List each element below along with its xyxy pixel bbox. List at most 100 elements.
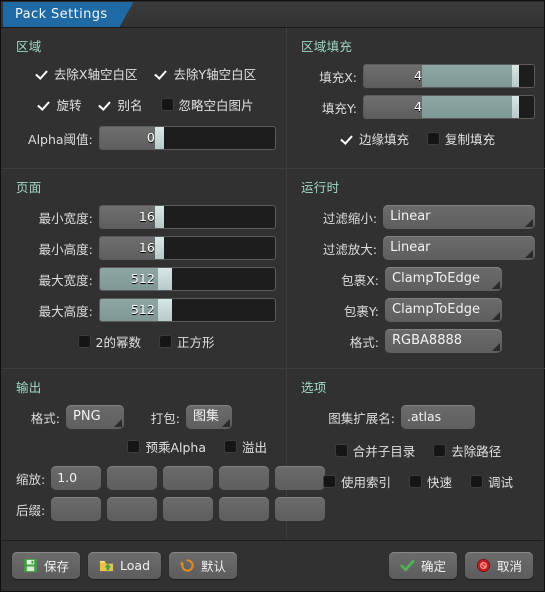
checkbox-strip-y-label: 去除Y轴空白区 [173, 67, 257, 82]
max-width-label: 最大宽度: [38, 272, 93, 288]
slider-min-height[interactable]: 16 [98, 236, 276, 260]
combo-wrap-y[interactable]: ClampToEdge [385, 298, 502, 322]
max-height-label: 最大高度: [38, 303, 93, 319]
checkbox-bleed[interactable]: 溢出 [223, 437, 267, 456]
combo-wrap-x[interactable]: ClampToEdge [385, 267, 502, 291]
checkbox-edge-padding[interactable]: 边缘填充 [341, 129, 409, 148]
scale-field-2[interactable] [163, 466, 214, 490]
ok-button[interactable]: 确定 [388, 552, 457, 579]
reset-arrow-icon [180, 559, 194, 572]
options-row-1: 合并子目录 去除路径 [301, 441, 535, 460]
checkbox-premultiply-alpha[interactable]: 预乘Alpha [127, 437, 206, 456]
combo-output-pack[interactable]: 图集 [186, 405, 232, 429]
combo-filter-min[interactable]: Linear [383, 205, 535, 229]
scale-field-3[interactable] [219, 466, 270, 490]
max-width-row: 最大宽度: 512 [16, 267, 276, 291]
checkbox-strip-y-box [155, 67, 168, 80]
checkbox-rotation-label: 旋转 [56, 98, 82, 113]
checkbox-flatten-paths[interactable]: 去除路径 [433, 441, 501, 460]
group-region-padding: 区域填充 填充X: 4 填充Y: 4 边缘填充 复制填充 [287, 28, 545, 168]
checkbox-combine-subdirs[interactable]: 合并子目录 [334, 441, 415, 460]
footer-button-bar: 保存 Load 默认 确定 取消 [2, 540, 543, 590]
checkbox-rotation-box [38, 98, 51, 111]
cancel-button[interactable]: 取消 [464, 552, 533, 579]
texture-format-row: 格式: RGBA8888 [301, 329, 535, 353]
checkbox-square[interactable]: 正方形 [158, 332, 215, 351]
checkbox-duplicate-padding-box [427, 132, 440, 145]
slider-min-width-value: 16 [138, 209, 155, 224]
scale-field-0[interactable]: 1.0 [51, 466, 102, 490]
output-scale-row: 缩放: 1.0 [16, 466, 326, 490]
checkbox-duplicate-padding[interactable]: 复制填充 [427, 129, 495, 148]
checkbox-use-indexes[interactable]: 使用索引 [322, 472, 391, 491]
checkbox-duplicate-padding-label: 复制填充 [445, 132, 496, 147]
wrap-y-label: 包裹Y: [343, 303, 379, 319]
slider-max-height[interactable]: 512 [98, 298, 276, 322]
group-region: 区域 去除X轴空白区 去除Y轴空白区 旋转 别名 忽略空白图片 Alpha阈值:… [2, 28, 286, 168]
checkbox-combine-subdirs-box [334, 444, 348, 457]
slider-padding-x[interactable]: 4 [363, 64, 535, 88]
output-pack-label: 打包: [150, 410, 180, 426]
checkbox-rotation[interactable]: 旋转 [38, 95, 81, 114]
checkbox-power-of-two[interactable]: 2的幂数 [77, 332, 141, 351]
checkbox-bleed-box [223, 440, 237, 453]
ok-button-label: 确定 [420, 559, 446, 574]
checkbox-alias[interactable]: 别名 [99, 95, 142, 114]
right-column: 区域填充 填充X: 4 填充Y: 4 边缘填充 复制填充 运行时 过滤缩小: L… [287, 28, 545, 540]
atlas-extension-label: 图集扩展名: [328, 410, 395, 426]
min-width-label: 最小宽度: [38, 210, 93, 226]
region-flags-row: 旋转 别名 忽略空白图片 [16, 95, 276, 114]
slider-alpha-threshold[interactable]: 0 [98, 126, 276, 150]
scale-field-1[interactable] [107, 466, 158, 490]
slider-padding-y[interactable]: 4 [363, 95, 535, 119]
default-button-label: 默认 [201, 559, 227, 574]
floppy-disk-icon [23, 558, 38, 573]
checkbox-debug-box [470, 475, 483, 488]
output-suffix-row: 后缀: [16, 497, 326, 521]
padding-flags-row: 边缘填充 复制填充 [301, 129, 535, 148]
output-flags-row: 预乘Alpha 溢出 [16, 437, 276, 456]
checkbox-use-indexes-box [322, 475, 336, 488]
combo-output-format[interactable]: PNG [66, 405, 124, 429]
combo-texture-format[interactable]: RGBA8888 [385, 329, 502, 353]
folder-open-icon [99, 560, 114, 572]
min-height-label: 最小高度: [38, 241, 93, 257]
group-runtime-title: 运行时 [301, 180, 340, 195]
group-page: 页面 最小宽度: 16 最小高度: 16 最大宽度: 512 最大高度: 512… [2, 168, 286, 368]
checkbox-debug[interactable]: 调试 [470, 472, 513, 491]
slider-padding-x-handle[interactable] [512, 65, 520, 87]
checkbox-ignore-blank-box [160, 98, 174, 111]
checkbox-power-of-two-box [77, 335, 91, 348]
slider-min-width[interactable]: 16 [98, 205, 276, 229]
default-button[interactable]: 默认 [169, 552, 238, 579]
filter-mag-row: 过滤放大: Linear [301, 236, 535, 260]
load-button[interactable]: Load [88, 552, 162, 579]
filter-mag-label: 过滤放大: [322, 241, 378, 257]
group-region-padding-title: 区域填充 [301, 39, 353, 54]
atlas-extension-field[interactable]: .atlas [401, 405, 475, 429]
combo-filter-mag[interactable]: Linear [383, 236, 535, 260]
group-options: 选项 图集扩展名: .atlas 合并子目录 去除路径 使用索引 快速 调试 [287, 368, 545, 504]
checkbox-strip-y[interactable]: 去除Y轴空白区 [155, 64, 256, 83]
slider-padding-x-fill [422, 65, 518, 87]
suffix-field-2[interactable] [163, 497, 214, 521]
filter-min-label: 过滤缩小: [322, 210, 378, 226]
suffix-field-0[interactable] [51, 497, 102, 521]
checkbox-fast[interactable]: 快速 [408, 472, 452, 491]
suffix-field-3[interactable] [219, 497, 270, 521]
checkbox-strip-x-box [36, 67, 49, 80]
checkbox-debug-label: 调试 [488, 475, 514, 490]
slider-max-width[interactable]: 512 [98, 267, 276, 291]
save-button[interactable]: 保存 [12, 552, 81, 579]
checkbox-strip-x[interactable]: 去除X轴空白区 [36, 64, 138, 83]
padding-x-row: 填充X: 4 [301, 64, 535, 88]
checkbox-square-label: 正方形 [176, 335, 215, 350]
slider-padding-y-handle[interactable] [512, 96, 520, 118]
left-column: 区域 去除X轴空白区 去除Y轴空白区 旋转 别名 忽略空白图片 Alpha阈值:… [2, 28, 326, 540]
output-suffix-label: 后缀: [16, 502, 46, 518]
suffix-field-1[interactable] [107, 497, 158, 521]
group-output: 输出 格式: PNG 打包: 图集 预乘Alpha 溢出 缩放: 1.0 后缀: [2, 368, 326, 534]
checkbox-ignore-blank[interactable]: 忽略空白图片 [160, 95, 254, 114]
checkbox-fast-label: 快速 [426, 475, 452, 490]
tab-pack-settings[interactable]: Pack Settings [3, 2, 134, 27]
